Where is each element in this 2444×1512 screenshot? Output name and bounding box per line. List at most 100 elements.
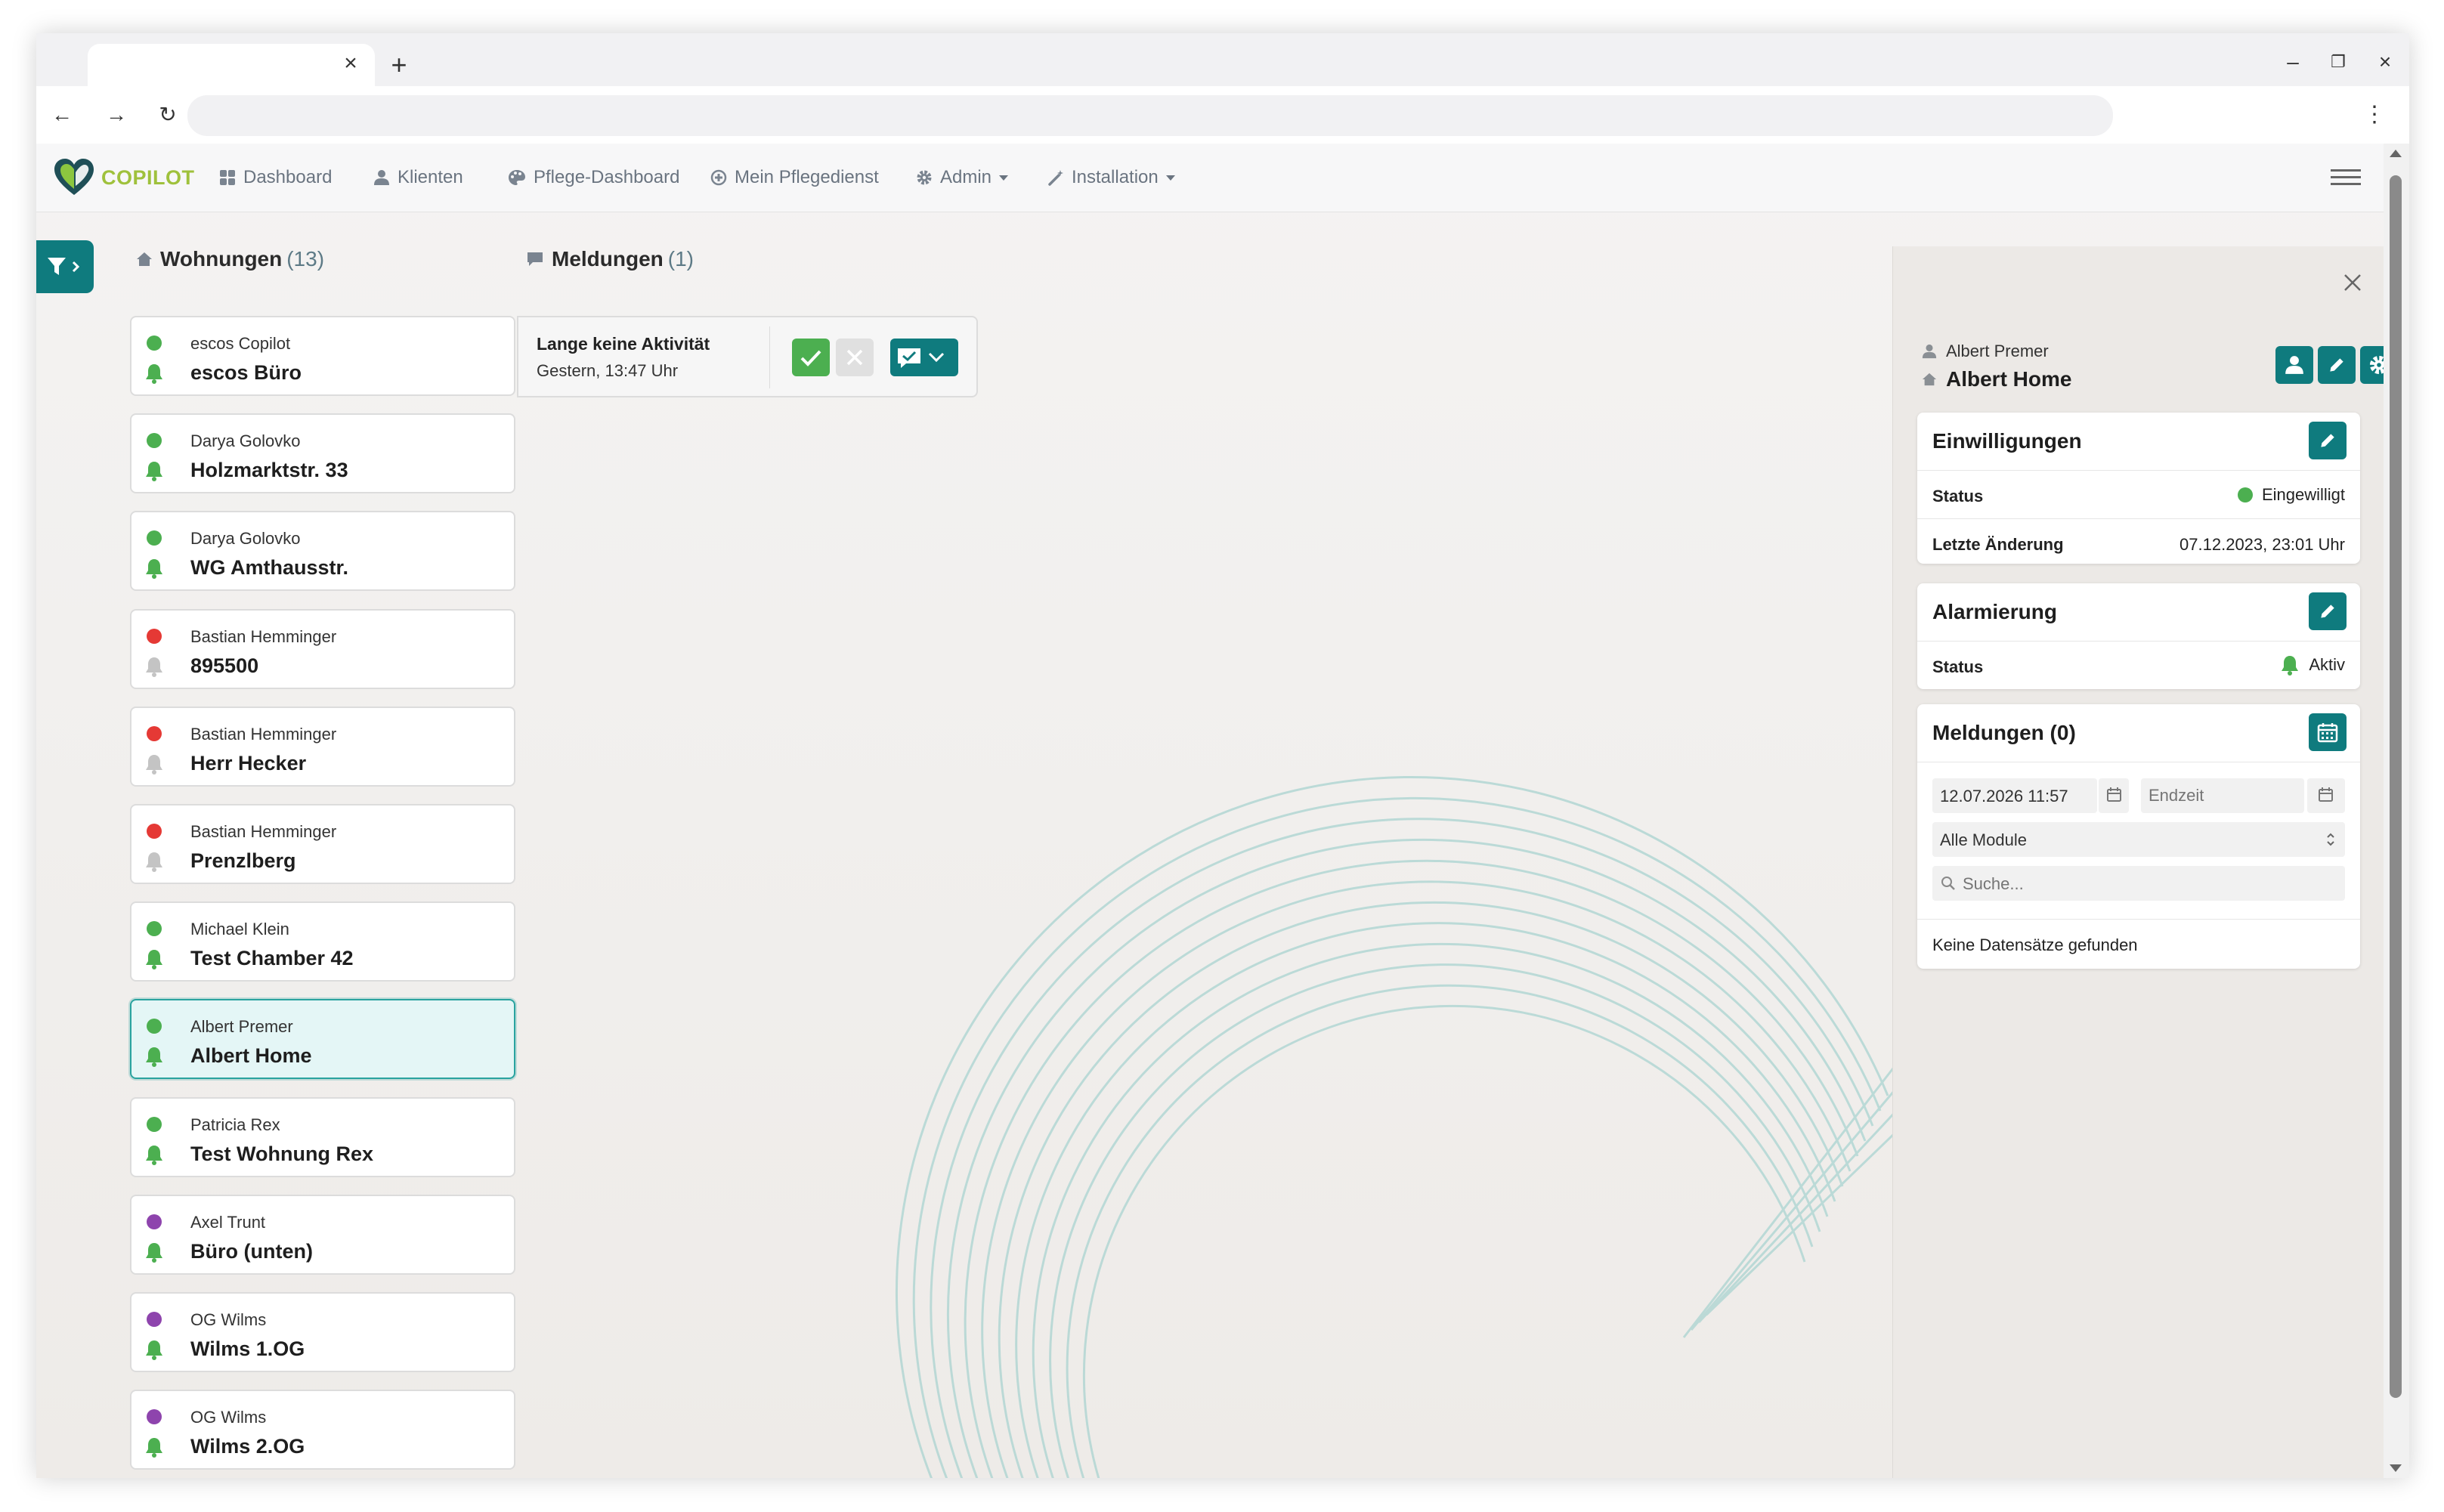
edit-alarm-button[interactable] (2309, 592, 2347, 630)
apartment-name: Wilms 1.OG (190, 1337, 305, 1360)
edit-consent-button[interactable] (2309, 422, 2347, 459)
status-dot (147, 629, 162, 644)
bell-icon (146, 657, 162, 677)
nav-installation-label: Installation (1072, 167, 1159, 187)
wohnungen-count: (13) (286, 247, 325, 271)
apartment-card[interactable]: Michael Klein Test Chamber 42 (130, 901, 515, 982)
bell-icon (146, 1438, 162, 1458)
browser-tab[interactable]: × (88, 44, 375, 86)
status-dot (147, 335, 162, 351)
apartment-card[interactable]: escos Copilot escos Büro (130, 316, 515, 396)
tab-close-icon[interactable]: × (337, 50, 364, 77)
forward-button[interactable]: → (101, 100, 131, 130)
close-icon[interactable] (2337, 267, 2368, 298)
apartment-card[interactable]: Bastian Hemminger Herr Hecker (130, 707, 515, 787)
logo-text: COPILOT (101, 165, 195, 189)
nav-admin-dropdown[interactable]: Admin (916, 165, 1009, 190)
comment-dropdown-button[interactable] (890, 339, 958, 376)
apartment-name: Wilms 2.OG (190, 1435, 305, 1458)
user-icon (2285, 356, 2303, 374)
calendar-icon (2107, 787, 2121, 802)
divider (1917, 641, 2360, 642)
bell-icon (2282, 656, 2299, 676)
empty-state-text: Keine Datensätze gefunden (1932, 935, 2138, 954)
chevron-down-icon (1165, 175, 1175, 181)
dashboard-icon (220, 170, 235, 185)
nav-klienten[interactable]: Klienten (373, 165, 463, 190)
apartment-resident: OG Wilms (190, 1408, 267, 1427)
check-icon (800, 350, 821, 366)
message-card[interactable]: Lange keine Aktivität Gestern, 13:47 Uhr (517, 316, 978, 397)
calendar-button[interactable] (2309, 713, 2347, 751)
edit-home-button[interactable] (2318, 346, 2356, 384)
apartment-card[interactable]: OG Wilms Wilms 2.OG (130, 1390, 515, 1470)
start-calendar-button[interactable] (2099, 778, 2129, 813)
gear-icon (2369, 355, 2384, 375)
nav-dashboard[interactable]: Dashboard (219, 165, 332, 190)
window-close-button[interactable]: × (2370, 47, 2400, 77)
start-time-field[interactable]: 12.07.2026 11:57 (1932, 778, 2097, 813)
hamburger-menu-icon[interactable] (2331, 165, 2361, 189)
consent-title: Einwilligungen (1932, 429, 2082, 453)
bell-icon (146, 1243, 162, 1263)
apartment-card[interactable]: Bastian Hemminger Prenzlberg (130, 804, 515, 884)
select-arrows-icon (2327, 833, 2334, 846)
status-dot (147, 1409, 162, 1424)
scroll-down-arrow[interactable] (2390, 1464, 2402, 1472)
page-scrollbar[interactable] (2384, 144, 2409, 1478)
consent-status-label: Status (1932, 487, 1984, 506)
acknowledge-button[interactable] (792, 339, 830, 376)
status-dot (147, 824, 162, 839)
search-icon (1941, 877, 1955, 890)
apartment-card[interactable]: Albert Premer Albert Home (130, 999, 515, 1079)
apartment-card[interactable]: Darya Golovko Holzmarktstr. 33 (130, 413, 515, 493)
apartment-card[interactable]: Axel Trunt Büro (unten) (130, 1195, 515, 1275)
module-select-value: Alle Module (1940, 830, 2027, 849)
module-select[interactable]: Alle Module (1932, 822, 2345, 857)
end-time-field[interactable] (2141, 778, 2304, 813)
nav-mein-pflegedienst[interactable]: Mein Pflegedienst (710, 165, 879, 190)
apartment-resident: escos Copilot (190, 334, 291, 353)
filter-toggle-button[interactable] (36, 240, 94, 293)
minimize-button[interactable]: – (2278, 47, 2308, 77)
scroll-thumb[interactable] (2390, 175, 2402, 1398)
dismiss-button[interactable] (836, 339, 874, 376)
wand-icon (1048, 170, 1063, 186)
bell-icon (146, 364, 162, 384)
copilot-logo[interactable]: COPILOT (53, 157, 195, 198)
client-profile-button[interactable] (2275, 346, 2313, 384)
reload-button[interactable]: ↻ (153, 100, 183, 130)
address-bar[interactable] (187, 95, 2113, 136)
pencil-icon (2330, 358, 2343, 372)
apartment-name: Herr Hecker (190, 752, 307, 775)
new-tab-button[interactable]: + (382, 48, 416, 82)
nav-dashboard-label: Dashboard (243, 167, 333, 187)
home-icon (1922, 373, 1937, 386)
nav-pflege-dashboard-label: Pflege-Dashboard (534, 167, 680, 187)
apartment-card[interactable]: OG Wilms Wilms 1.OG (130, 1292, 515, 1372)
consent-change-label: Letzte Änderung (1932, 535, 2064, 554)
apartment-card[interactable]: Patricia Rex Test Wohnung Rex (130, 1097, 515, 1177)
back-button[interactable]: ← (47, 100, 77, 130)
apartment-resident: Darya Golovko (190, 431, 301, 450)
calendar-icon (2319, 787, 2333, 802)
nav-installation-dropdown[interactable]: Installation (1047, 165, 1175, 190)
scroll-up-arrow[interactable] (2390, 150, 2402, 157)
alarm-title: Alarmierung (1932, 600, 2057, 623)
apartment-card[interactable]: Darya Golovko WG Amthausstr. (130, 511, 515, 591)
search-input[interactable] (1961, 866, 2334, 902)
panel-person: Albert Premer (1922, 342, 2049, 361)
home-settings-button[interactable] (2360, 346, 2384, 384)
alarm-status-value: Aktiv (2280, 654, 2345, 676)
apartment-resident: Patricia Rex (190, 1115, 280, 1134)
restore-button[interactable]: ❐ (2323, 47, 2353, 77)
browser-menu-icon[interactable]: ⋮ (2359, 100, 2390, 130)
divider (1917, 470, 2360, 471)
tab-strip: × + – ❐ × (36, 33, 2409, 86)
apartment-resident: OG Wilms (190, 1310, 267, 1329)
search-field[interactable] (1932, 866, 2345, 902)
end-calendar-button[interactable] (2307, 778, 2345, 813)
apartment-name: escos Büro (190, 361, 302, 384)
nav-pflege-dashboard[interactable]: Pflege-Dashboard (508, 165, 679, 190)
apartment-card[interactable]: Bastian Hemminger 895500 (130, 609, 515, 689)
